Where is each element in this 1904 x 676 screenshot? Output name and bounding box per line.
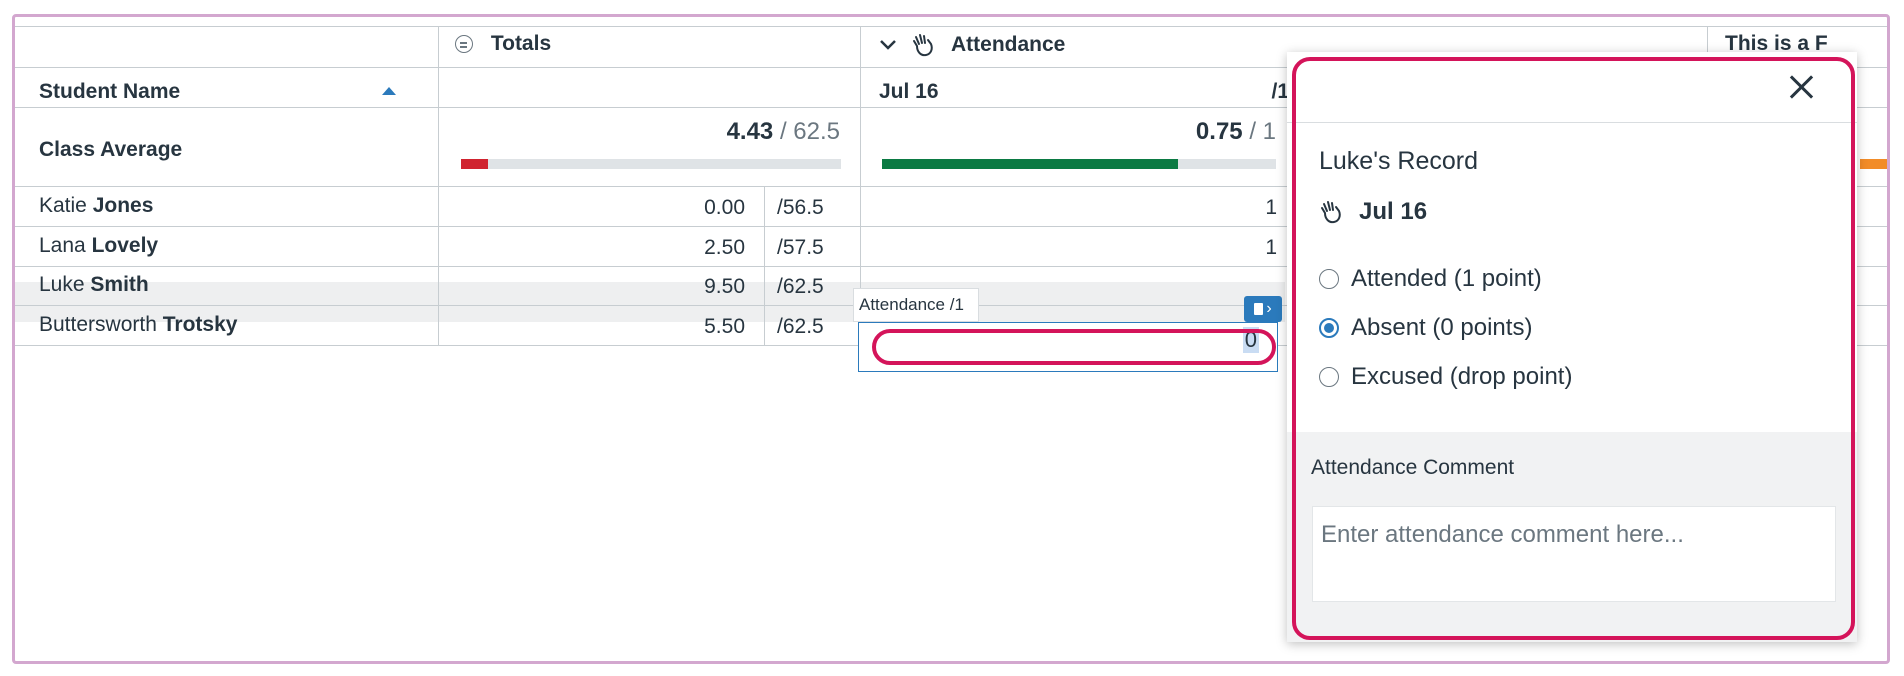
totals-icon [455, 35, 473, 54]
student-last-name: Trotsky [162, 313, 238, 336]
student-total-out-of: /62.5 [777, 275, 824, 298]
student-first-name: Katie [39, 194, 87, 217]
student-name-header[interactable]: Student Name [39, 80, 419, 104]
attendance-option-label: Absent (0 points) [1351, 314, 1533, 341]
student-total: 5.50 [704, 315, 745, 338]
hand-wave-icon [1321, 201, 1341, 224]
attendance-option-label: Attended (1 point) [1351, 265, 1542, 292]
class-average-attendance: 0.75 / 1 [1195, 118, 1276, 145]
attendance-option[interactable]: Excused (drop point) [1319, 363, 1572, 391]
chevron-down-icon[interactable] [879, 38, 897, 52]
student-attendance-score[interactable]: 1 [879, 236, 1277, 260]
student-last-name: Lovely [91, 234, 159, 257]
cell-tooltip: Attendance /1 [853, 288, 979, 322]
student-total-out-of: /56.5 [777, 196, 824, 219]
student-total-out-of: /57.5 [777, 236, 824, 259]
totals-header[interactable]: Totals [455, 32, 551, 56]
radio-button[interactable] [1319, 367, 1339, 387]
student-name[interactable]: Lana Lovely [39, 234, 158, 258]
next-group-average-bar [1860, 159, 1887, 169]
student-last-name: Smith [90, 273, 149, 296]
attendance-comment-input[interactable]: Enter attendance comment here... [1312, 506, 1836, 602]
attendance-average-bar [882, 159, 1276, 169]
comment-section: Attendance Comment Enter attendance comm… [1287, 432, 1857, 642]
attendance-option-label: Excused (drop point) [1351, 363, 1573, 390]
attendance-option[interactable]: Absent (0 points) [1319, 314, 1532, 342]
jul16-column-header[interactable]: Jul 16 /1 [879, 80, 1289, 104]
totals-average-bar-fill [461, 159, 488, 169]
student-name[interactable]: Katie Jones [39, 194, 153, 218]
class-average-totals: 4.43 / 62.5 [726, 118, 840, 145]
student-total: 9.50 [704, 275, 745, 298]
student-name[interactable]: Buttersworth Trotsky [39, 313, 237, 337]
document-icon [1254, 303, 1264, 315]
student-total: 2.50 [704, 236, 745, 259]
hand-wave-icon [913, 34, 933, 57]
popup-date: Jul 16 [1319, 198, 1427, 226]
student-last-name: Jones [92, 194, 154, 217]
chevron-right-icon: › [1266, 300, 1272, 317]
attendance-header[interactable]: Attendance [879, 32, 1065, 58]
student-name[interactable]: Luke Smith [39, 273, 149, 297]
student-first-name: Luke [39, 273, 85, 296]
open-details-button[interactable]: › [1244, 296, 1282, 322]
sort-ascending-icon[interactable] [381, 86, 397, 96]
class-average-label: Class Average [39, 138, 183, 161]
student-attendance-score[interactable]: 1 [879, 196, 1277, 220]
record-popup: Luke's Record Jul 16 Attended (1 point) A… [1287, 52, 1857, 642]
student-total: 0.00 [704, 196, 745, 219]
student-first-name: Lana [39, 234, 86, 257]
radio-button[interactable] [1319, 318, 1339, 338]
attendance-option[interactable]: Attended (1 point) [1319, 265, 1542, 293]
close-icon[interactable] [1785, 70, 1819, 104]
attendance-average-bar-fill [882, 159, 1178, 169]
radio-button[interactable] [1319, 269, 1339, 289]
student-first-name: Buttersworth [39, 313, 157, 336]
comment-label: Attendance Comment [1311, 456, 1515, 479]
gradebook-frame: Totals Attendance This is a F Student Na… [12, 14, 1890, 664]
edit-cell-highlight [872, 329, 1276, 365]
student-total-out-of: /62.5 [777, 315, 824, 338]
popup-title: Luke's Record [1319, 147, 1479, 175]
totals-average-bar [461, 159, 841, 169]
